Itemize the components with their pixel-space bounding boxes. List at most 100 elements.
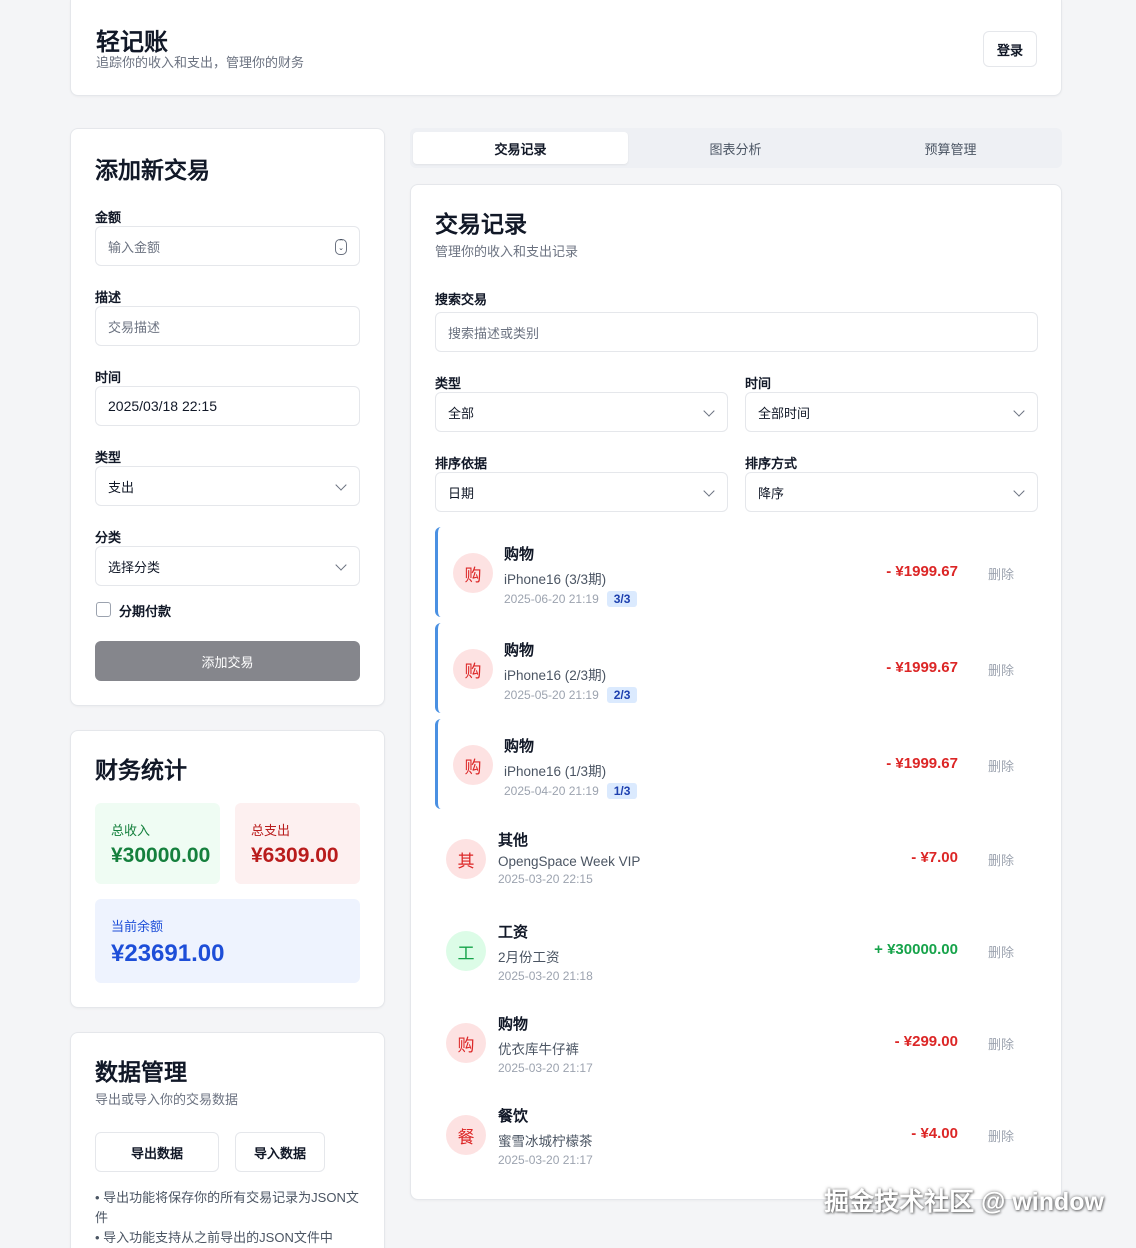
transaction-date: 2025-03-20 22:15 (498, 872, 593, 886)
description-input[interactable]: 交易描述 (95, 306, 360, 346)
sort-order-label: 排序方式 (745, 456, 798, 471)
transaction-meta: 2025-05-20 21:19 2/3 (504, 687, 638, 703)
installment-label[interactable]: 分期付款 (119, 601, 171, 620)
sort-order-value: 降序 (758, 485, 785, 501)
transaction-info: 购物 iPhone16 (2/3期) 2025-05-20 21:19 2/3 (504, 639, 638, 703)
transactions-title: 交易记录 (435, 211, 527, 237)
search-input[interactable]: 搜索描述或类别 (435, 312, 1038, 352)
stats-title: 财务统计 (95, 757, 187, 783)
total-expense-box: 总支出 ¥6309.00 (235, 803, 360, 884)
data-management-card: 数据管理 导出或导入你的交易数据 导出数据 导入数据 • 导出功能将保存你的所有… (70, 1032, 385, 1248)
amount-input[interactable]: 输入金额 ⌃ ⌄ (95, 226, 360, 266)
add-transaction-button[interactable]: 添加交易 (95, 641, 360, 681)
transaction-description: OpengSpace Week VIP (498, 854, 641, 869)
delete-button[interactable]: 删除 (988, 660, 1014, 679)
transaction-amount: - ¥1999.67 (886, 659, 958, 676)
total-income-label: 总收入 (111, 823, 151, 838)
transaction-amount: - ¥299.00 (894, 1033, 958, 1050)
filter-time-select[interactable]: 全部时间 (745, 392, 1038, 432)
search-placeholder: 搜索描述或类别 (448, 325, 540, 341)
time-input[interactable]: 2025/03/18 22:15 (95, 386, 360, 426)
category-avatar: 购 (453, 553, 493, 593)
delete-button[interactable]: 删除 (988, 1126, 1014, 1145)
transaction-category: 购物 (498, 1016, 529, 1033)
import-data-button[interactable]: 导入数据 (235, 1132, 325, 1172)
installment-checkbox[interactable] (96, 602, 111, 617)
financial-stats-card: 财务统计 总收入 ¥30000.00 总支出 ¥6309.00 当前余额 ¥23… (70, 730, 385, 1008)
sort-order-select[interactable]: 降序 (745, 472, 1038, 512)
transaction-date: 2025-03-20 21:18 (498, 969, 593, 983)
transaction-row: 购 购物 iPhone16 (3/3期) 2025-06-20 21:19 3/3… (435, 527, 1038, 617)
delete-button[interactable]: 删除 (988, 564, 1014, 583)
tab-charts[interactable]: 图表分析 (628, 132, 843, 164)
login-button[interactable]: 登录 (983, 31, 1037, 67)
total-expense-label: 总支出 (251, 823, 291, 838)
transaction-category: 其他 (498, 832, 529, 849)
transaction-category: 餐饮 (498, 1108, 529, 1125)
chevron-down-icon (703, 405, 715, 417)
transaction-meta: 2025-04-20 21:19 1/3 (504, 783, 638, 799)
transaction-amount: - ¥1999.67 (886, 755, 958, 772)
installment-badge: 2/3 (606, 687, 638, 703)
sort-by-value: 日期 (448, 485, 475, 501)
filter-time-value: 全部时间 (758, 405, 811, 421)
main-tabs: 交易记录 图表分析 预算管理 (410, 128, 1062, 168)
chevron-down-icon (1013, 405, 1025, 417)
category-avatar: 工 (446, 931, 486, 971)
sort-by-select[interactable]: 日期 (435, 472, 728, 512)
transaction-amount: - ¥7.00 (911, 849, 958, 866)
transactions-subtitle: 管理你的收入和支出记录 (435, 244, 579, 259)
filter-type-select[interactable]: 全部 (435, 392, 728, 432)
balance-value: ¥23691.00 (111, 940, 225, 967)
data-management-title: 数据管理 (95, 1059, 187, 1085)
transaction-amount: + ¥30000.00 (874, 941, 958, 958)
time-value: 2025/03/18 22:15 (108, 398, 217, 414)
total-income-value: ¥30000.00 (111, 844, 211, 867)
transaction-date: 2025-05-20 21:19 (504, 688, 599, 702)
chevron-down-icon (335, 559, 347, 571)
type-value: 支出 (108, 479, 135, 495)
add-transaction-title: 添加新交易 (95, 157, 210, 183)
delete-button[interactable]: 删除 (988, 1034, 1014, 1053)
tab-transactions[interactable]: 交易记录 (413, 132, 628, 164)
transaction-description: 2月份工资 (498, 950, 560, 965)
app-header: 轻记账 追踪你的收入和支出，管理你的财务 登录 (70, 0, 1062, 96)
filter-type-value: 全部 (448, 405, 475, 421)
transaction-date: 2025-03-20 21:17 (498, 1153, 593, 1167)
transaction-category: 工资 (498, 924, 529, 941)
export-data-button[interactable]: 导出数据 (95, 1132, 219, 1172)
category-avatar: 购 (453, 745, 493, 785)
sort-by-label: 排序依据 (435, 456, 488, 471)
transaction-meta: 2025-06-20 21:19 3/3 (504, 591, 638, 607)
delete-button[interactable]: 删除 (988, 942, 1014, 961)
app-subtitle: 追踪你的收入和支出，管理你的财务 (96, 55, 305, 70)
transaction-category: 购物 (504, 738, 535, 755)
transaction-info: 购物 iPhone16 (1/3期) 2025-04-20 21:19 1/3 (504, 735, 638, 799)
transaction-row: 购 购物 iPhone16 (1/3期) 2025-04-20 21:19 1/3… (435, 719, 1038, 809)
transaction-info: 其他 OpengSpace Week VIP 2025-03-20 22:15 (498, 829, 640, 886)
transaction-row: 工 工资 2月份工资 2025-03-20 21:18 + ¥30000.00 … (435, 905, 1038, 995)
transaction-amount: - ¥4.00 (911, 1125, 958, 1142)
category-avatar: 购 (446, 1023, 486, 1063)
category-avatar: 餐 (446, 1115, 486, 1155)
category-label: 分类 (95, 530, 122, 545)
category-select[interactable]: 选择分类 (95, 546, 360, 586)
transaction-info: 餐饮 蜜雪冰城柠檬茶 2025-03-20 21:17 (498, 1105, 593, 1167)
installment-badge: 3/3 (606, 591, 638, 607)
amount-label: 金额 (95, 210, 122, 225)
transaction-description: 蜜雪冰城柠檬茶 (498, 1134, 593, 1149)
transaction-row: 其 其他 OpengSpace Week VIP 2025-03-20 22:1… (435, 813, 1038, 903)
type-select[interactable]: 支出 (95, 466, 360, 506)
number-stepper-icon[interactable]: ⌃ ⌄ (335, 239, 347, 255)
delete-button[interactable]: 删除 (988, 850, 1014, 869)
transaction-description: iPhone16 (3/3期) (504, 572, 607, 587)
filter-type-label: 类型 (435, 376, 462, 391)
time-label: 时间 (95, 370, 122, 385)
delete-button[interactable]: 删除 (988, 756, 1014, 775)
data-management-subtitle: 导出或导入你的交易数据 (95, 1092, 239, 1107)
add-transaction-card: 添加新交易 金额 输入金额 ⌃ ⌄ 描述 交易描述 时间 2025/03/18 2… (70, 128, 385, 706)
tab-budget[interactable]: 预算管理 (843, 132, 1058, 164)
transaction-date: 2025-04-20 21:19 (504, 784, 599, 798)
category-value: 选择分类 (108, 559, 161, 575)
installment-badge: 1/3 (606, 783, 638, 799)
